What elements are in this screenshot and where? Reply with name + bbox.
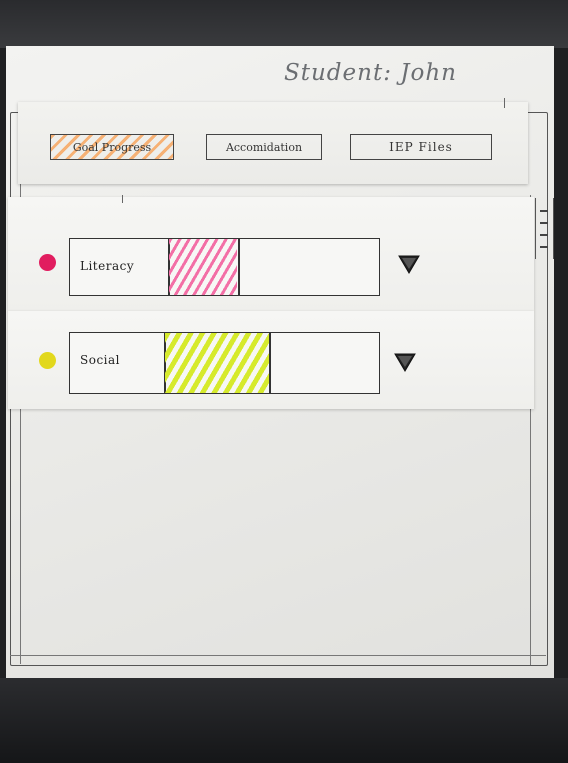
tab-goal-progress[interactable]: Goal Progress	[50, 134, 174, 160]
progress-fill-literacy	[169, 239, 237, 295]
goal-bar-social[interactable]: Social	[69, 332, 380, 394]
background-top	[0, 0, 568, 48]
status-dot-social-icon	[39, 352, 56, 369]
student-title: Student: John	[284, 60, 457, 86]
goal-divider	[269, 333, 271, 393]
goal-divider	[238, 239, 240, 295]
tab-iep-files[interactable]: IEP Files	[350, 134, 492, 160]
progress-fill-social	[165, 333, 270, 393]
goal-bar-literacy[interactable]: Literacy	[69, 238, 380, 296]
frame-line-bottom	[10, 655, 546, 656]
goal-label-social: Social	[80, 353, 120, 367]
tab-accomodation[interactable]: Accomidation	[206, 134, 322, 160]
goal-label-literacy: Literacy	[80, 259, 135, 273]
scrollbar[interactable]	[535, 198, 554, 259]
sketch-mark	[504, 98, 505, 108]
scrollbar-grip[interactable]	[540, 246, 548, 248]
sketch-mark	[122, 195, 123, 203]
scrollbar-grip[interactable]	[540, 234, 548, 236]
triangle-down-icon[interactable]	[398, 254, 420, 274]
triangle-down-icon[interactable]	[394, 352, 416, 372]
tab-bar: Goal Progress Accomidation IEP Files	[18, 102, 528, 184]
scrollbar-grip[interactable]	[540, 222, 548, 224]
scrollbar-grip[interactable]	[540, 210, 548, 212]
status-dot-literacy-icon	[39, 254, 56, 271]
background-bottom	[0, 678, 568, 763]
